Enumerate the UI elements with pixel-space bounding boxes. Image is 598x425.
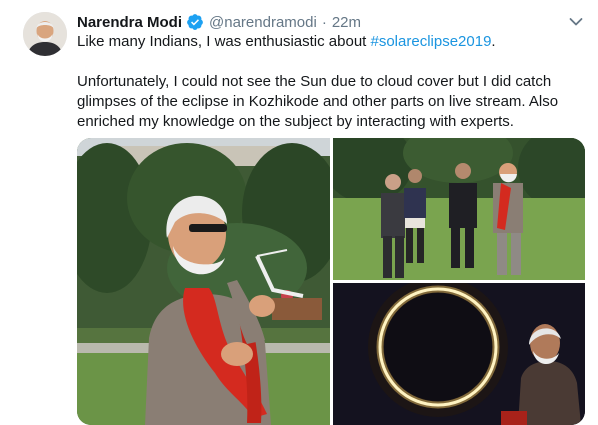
tweet-timestamp[interactable]: 22m	[332, 14, 361, 31]
tweet-header: Narendra Modi @narendramodi · 22m	[77, 12, 361, 32]
photo-eclipse-livestream[interactable]	[333, 283, 585, 425]
photo-looking-at-sky[interactable]	[77, 138, 330, 425]
avatar-image	[23, 12, 67, 56]
separator-dot: ·	[321, 13, 327, 31]
tweet-text: Like many Indians, I was enthusiastic ab…	[77, 32, 582, 132]
tweet-card[interactable]: Narendra Modi @narendramodi · 22m Like m…	[0, 0, 598, 425]
chevron-down-icon[interactable]	[566, 12, 586, 32]
photo-meeting-experts[interactable]	[333, 138, 585, 280]
photo-looking-at-sky-image	[77, 138, 330, 425]
tweet-paragraph-2: Unfortunately, I could not see the Sun d…	[77, 73, 559, 130]
tweet-paragraph-1: Like many Indians, I was enthusiastic ab…	[77, 32, 582, 52]
tweet-text-period: .	[491, 33, 496, 50]
tweet-text-intro: Like many Indians, I was enthusiastic ab…	[77, 33, 371, 50]
hashtag-link[interactable]: #solareclipse2019	[371, 33, 492, 50]
author-name[interactable]: Narendra Modi	[77, 14, 182, 31]
author-handle[interactable]: @narendramodi	[209, 14, 317, 31]
media-grid	[77, 138, 585, 425]
avatar[interactable]	[23, 12, 67, 56]
verified-badge-icon	[187, 14, 203, 30]
photo-meeting-experts-image	[333, 138, 585, 280]
photo-eclipse-livestream-image	[333, 283, 585, 425]
